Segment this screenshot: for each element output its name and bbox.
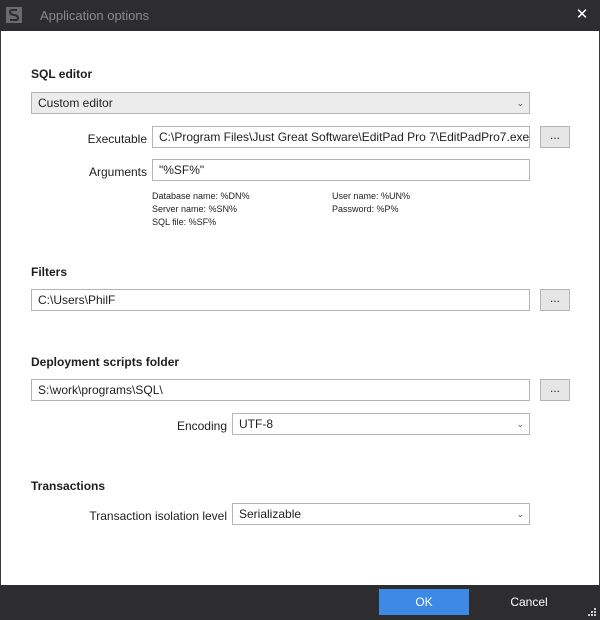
hint-password: Password: %P%	[332, 204, 399, 214]
filters-heading: Filters	[31, 265, 68, 279]
chevron-down-icon: ⌄	[516, 98, 524, 108]
deployment-path-field[interactable]: S:\work\programs\SQL\	[31, 379, 530, 401]
dialog-footer: OK Cancel	[0, 585, 600, 620]
hint-user-name: User name: %UN%	[332, 191, 411, 201]
executable-browse-button[interactable]: ...	[540, 126, 570, 148]
deployment-browse-button[interactable]: ...	[540, 379, 570, 401]
executable-label: Executable	[87, 132, 147, 146]
filters-path-field[interactable]: C:\Users\PhilF	[31, 289, 530, 311]
sql-editor-mode-select[interactable]: Custom editor ⌄	[31, 92, 530, 114]
encoding-label: Encoding	[176, 419, 227, 433]
close-icon[interactable]: ✕	[570, 4, 594, 28]
sql-editor-heading: SQL editor	[31, 67, 93, 81]
ok-button[interactable]: OK	[379, 589, 469, 615]
options-panel: SQL editor Custom editor ⌄ Executable C:…	[0, 31, 600, 585]
isolation-level-label: Transaction isolation level	[89, 509, 227, 523]
cancel-button[interactable]: Cancel	[484, 589, 574, 615]
transactions-heading: Transactions	[31, 479, 106, 493]
encoding-value: UTF-8	[239, 417, 273, 431]
app-logo-icon	[6, 7, 22, 23]
isolation-level-select[interactable]: Serializable ⌄	[232, 503, 530, 525]
filters-browse-button[interactable]: ...	[540, 289, 570, 311]
chevron-down-icon: ⌄	[516, 509, 524, 519]
arguments-label: Arguments	[88, 165, 147, 179]
encoding-select[interactable]: UTF-8 ⌄	[232, 413, 530, 435]
resize-grip-icon[interactable]	[588, 608, 597, 617]
arguments-field[interactable]: "%SF%"	[152, 159, 530, 181]
window-title: Application options	[40, 8, 150, 23]
hint-sql-file: SQL file: %SF%	[152, 217, 217, 227]
isolation-level-value: Serializable	[239, 507, 302, 521]
deployment-heading: Deployment scripts folder	[31, 355, 180, 369]
title-bar: Application options ✕	[0, 0, 600, 31]
chevron-down-icon: ⌄	[516, 419, 524, 429]
hint-server-name: Server name: %SN%	[152, 204, 238, 214]
hint-database-name: Database name: %DN%	[152, 191, 250, 201]
sql-editor-mode-value: Custom editor	[38, 96, 113, 110]
executable-field[interactable]: C:\Program Files\Just Great Software\Edi…	[152, 126, 530, 148]
